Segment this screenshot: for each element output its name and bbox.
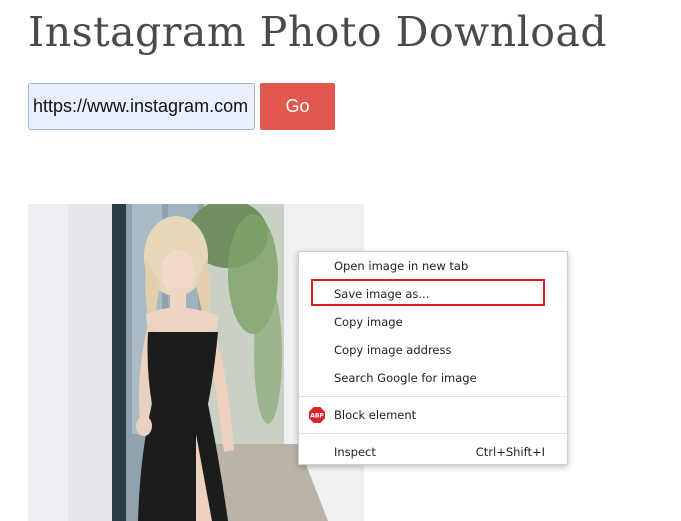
menu-item-block-element[interactable]: ABP Block element	[299, 404, 567, 426]
menu-item-open-image-new-tab[interactable]: Open image in new tab	[299, 255, 567, 277]
adblock-icon-text: ABP	[310, 413, 324, 420]
menu-item-label: Copy image address	[334, 343, 452, 357]
menu-item-label: Copy image	[334, 315, 403, 329]
page: Instagram Photo Download Go	[0, 0, 681, 521]
adblock-plus-icon: ABP	[309, 407, 325, 423]
context-menu: Open image in new tab Save image as... C…	[298, 251, 568, 465]
menu-item-search-google-image[interactable]: Search Google for image	[299, 367, 567, 389]
page-title: Instagram Photo Download	[28, 8, 608, 56]
menu-separator	[299, 396, 567, 397]
menu-item-label: Block element	[334, 408, 417, 422]
menu-item-label: Search Google for image	[334, 371, 477, 385]
menu-item-copy-image-address[interactable]: Copy image address	[299, 339, 567, 361]
url-input[interactable]	[28, 83, 255, 130]
menu-item-label: Open image in new tab	[334, 259, 469, 273]
menu-item-label: Inspect	[334, 445, 376, 459]
save-image-highlight-box	[311, 279, 545, 306]
menu-item-copy-image[interactable]: Copy image	[299, 311, 567, 333]
go-button[interactable]: Go	[260, 83, 335, 130]
menu-separator	[299, 433, 567, 434]
menu-item-inspect[interactable]: Inspect Ctrl+Shift+I	[299, 441, 567, 463]
menu-item-shortcut: Ctrl+Shift+I	[475, 445, 545, 459]
